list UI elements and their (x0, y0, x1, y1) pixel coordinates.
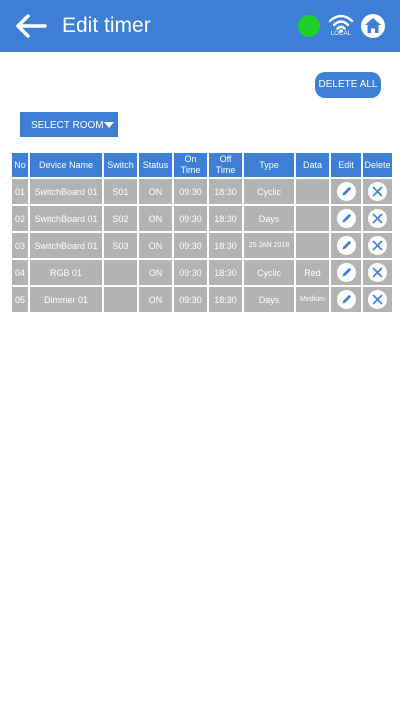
back-arrow-icon[interactable] (14, 12, 48, 40)
table-row: 02 SwitchBoard 01 S02 ON 09:30 18:30 Day… (12, 206, 392, 231)
cell-switch: S02 (104, 206, 137, 231)
cell-delete (363, 179, 392, 204)
edit-pencil-icon[interactable] (336, 182, 356, 201)
cell-type: Days (244, 206, 294, 231)
cell-device-name: RGB 01 (30, 260, 102, 285)
cell-device-name: SwitchBoard 01 (30, 206, 102, 231)
cell-switch: S03 (104, 233, 137, 258)
cell-edit (331, 179, 361, 204)
cell-no: 01 (12, 179, 28, 204)
delete-x-icon[interactable] (368, 290, 387, 309)
cell-type: Cyclic (244, 260, 294, 285)
select-room-label: SELECT ROOM (31, 120, 104, 131)
app-header: Edit timer LOCAL (0, 0, 400, 52)
cell-on-time: 09:30 (174, 260, 207, 285)
cell-device-name: SwitchBoard 01 (30, 179, 102, 204)
delete-x-icon[interactable] (368, 209, 387, 228)
cell-off-time: 18:30 (209, 260, 242, 285)
edit-pencil-icon[interactable] (336, 236, 356, 255)
edit-pencil-icon[interactable] (336, 209, 356, 228)
table-row: 05 Dimmer 01 ON 09:30 18:30 Days Medium (12, 287, 392, 312)
timer-table: No Device Name Switch Status On Time Off… (10, 151, 394, 314)
delete-all-button[interactable]: DELETE ALL (315, 72, 381, 98)
cell-edit (331, 287, 361, 312)
col-header-status: Status (139, 153, 172, 177)
edit-pencil-icon[interactable] (336, 290, 356, 309)
cell-off-time: 18:30 (209, 206, 242, 231)
col-header-type: Type (244, 153, 294, 177)
cell-status: ON (139, 179, 172, 204)
cell-on-time: 09:30 (174, 233, 207, 258)
cell-data: Red (296, 260, 329, 285)
cell-off-time: 18:30 (209, 179, 242, 204)
cell-delete (363, 260, 392, 285)
col-header-edit: Edit (331, 153, 361, 177)
cell-no: 02 (12, 206, 28, 231)
chevron-down-icon (104, 122, 114, 128)
cell-status: ON (139, 260, 172, 285)
status-dot-icon (298, 15, 320, 37)
col-header-off-time: Off Time (209, 153, 242, 177)
cell-type: 25 JAN 2018 (244, 233, 294, 258)
col-header-data: Data (296, 153, 329, 177)
table-row: 01 SwitchBoard 01 S01 ON 09:30 18:30 Cyc… (12, 179, 392, 204)
cell-edit (331, 260, 361, 285)
col-header-delete: Delete (363, 153, 392, 177)
delete-x-icon[interactable] (368, 182, 387, 201)
table-row: 04 RGB 01 ON 09:30 18:30 Cyclic Red (12, 260, 392, 285)
home-icon[interactable] (360, 13, 386, 39)
cell-on-time: 09:30 (174, 287, 207, 312)
col-header-on-time: On Time (174, 153, 207, 177)
cell-off-time: 18:30 (209, 233, 242, 258)
cell-switch (104, 260, 137, 285)
cell-data (296, 206, 329, 231)
cell-device-name: SwitchBoard 01 (30, 233, 102, 258)
cell-delete (363, 287, 392, 312)
cell-edit (331, 206, 361, 231)
col-header-device-name: Device Name (30, 153, 102, 177)
col-header-switch: Switch (104, 153, 137, 177)
table-row: 03 SwitchBoard 01 S03 ON 09:30 18:30 25 … (12, 233, 392, 258)
cell-data: Medium (296, 287, 329, 312)
cell-status: ON (139, 206, 172, 231)
cell-off-time: 18:30 (209, 287, 242, 312)
select-room-dropdown[interactable]: SELECT ROOM (20, 112, 118, 137)
cell-data (296, 233, 329, 258)
cell-delete (363, 206, 392, 231)
col-header-no: No (12, 153, 28, 177)
cell-status: ON (139, 233, 172, 258)
delete-x-icon[interactable] (368, 236, 387, 255)
edit-pencil-icon[interactable] (336, 263, 356, 282)
cell-data (296, 179, 329, 204)
wifi-mode-label: LOCAL (330, 31, 352, 37)
table-header-row: No Device Name Switch Status On Time Off… (12, 153, 392, 177)
cell-type: Days (244, 287, 294, 312)
delete-x-icon[interactable] (368, 263, 387, 282)
cell-switch (104, 287, 137, 312)
page-title: Edit timer (62, 14, 151, 37)
cell-type: Cyclic (244, 179, 294, 204)
cell-status: ON (139, 287, 172, 312)
cell-on-time: 09:30 (174, 179, 207, 204)
cell-delete (363, 233, 392, 258)
cell-edit (331, 233, 361, 258)
cell-no: 05 (12, 287, 28, 312)
cell-switch: S01 (104, 179, 137, 204)
cell-on-time: 09:30 (174, 206, 207, 231)
cell-no: 04 (12, 260, 28, 285)
cell-no: 03 (12, 233, 28, 258)
cell-device-name: Dimmer 01 (30, 287, 102, 312)
